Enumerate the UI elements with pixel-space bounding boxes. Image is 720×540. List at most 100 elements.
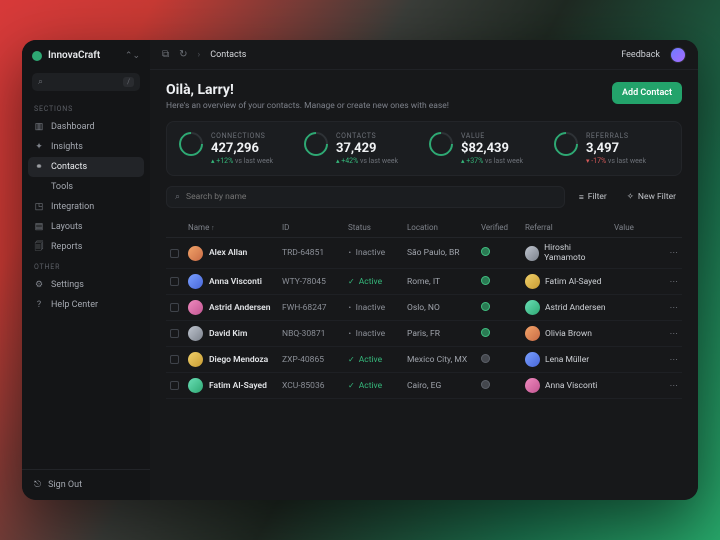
nav-label: Layouts (51, 222, 83, 232)
sparkle-icon: ✧ (627, 192, 634, 202)
row-checkbox[interactable] (170, 277, 179, 286)
sidebar-item-settings[interactable]: ⚙Settings (22, 275, 150, 295)
history-icon[interactable]: ↻ (179, 49, 187, 60)
avatar-icon (525, 274, 540, 289)
cell-verified (481, 247, 521, 259)
stat-label: REFERRALS (586, 132, 646, 140)
panel-toggle-icon[interactable]: ⧉ (162, 49, 169, 60)
row-checkbox[interactable] (170, 329, 179, 338)
cell-location: Paris, FR (407, 329, 477, 339)
stat-label: VALUE (461, 132, 523, 140)
sidebar-item-layouts[interactable]: ▤Layouts (22, 217, 150, 237)
stat-value: VALUE$82,439▴ +37% vs last week (429, 132, 544, 165)
cell-id: FWH-68247 (282, 303, 344, 313)
table-row[interactable]: Fatim Al-SayedXCU-85036ActiveCairo, EGAn… (166, 373, 682, 399)
sidebar-item-dashboard[interactable]: ▥Dashboard (22, 117, 150, 137)
cell-name: Fatim Al-Sayed (188, 378, 278, 393)
col-referral[interactable]: Referral (525, 223, 610, 232)
nav-label: Contacts (51, 162, 87, 172)
row-actions-icon[interactable]: ⋯ (664, 277, 678, 287)
cell-location: São Paulo, BR (407, 248, 477, 258)
row-actions-icon[interactable]: ⋯ (664, 355, 678, 365)
table-row[interactable]: Astrid AndersenFWH-68247InactiveOslo, NO… (166, 295, 682, 321)
cell-name: Anna Visconti (188, 274, 278, 289)
sidebar-item-reports[interactable]: 🗐Reports (22, 237, 150, 257)
col-name[interactable]: Name (188, 223, 278, 232)
col-location[interactable]: Location (407, 223, 477, 232)
table-search[interactable]: ⌕ (166, 186, 565, 208)
progress-ring-icon (549, 127, 583, 161)
topbar: ⧉ ↻ › Contacts Feedback (150, 40, 698, 70)
stat-contacts: CONTACTS37,429▴ +42% vs last week (304, 132, 419, 165)
avatar-icon (188, 246, 203, 261)
row-actions-icon[interactable]: ⋯ (664, 303, 678, 313)
filter-button[interactable]: ≡ Filter (573, 188, 613, 207)
progress-ring-icon (174, 127, 208, 161)
cell-verified (481, 380, 521, 392)
cell-id: WTY-78045 (282, 277, 344, 287)
cell-status: Inactive (348, 248, 403, 258)
verified-icon (481, 276, 490, 285)
sidebar-item-contacts[interactable]: ⚭Contacts (28, 157, 144, 177)
new-filter-button[interactable]: ✧ New Filter (621, 188, 682, 206)
table-row[interactable]: Alex AllanTRD-64851InactiveSão Paulo, BR… (166, 238, 682, 269)
add-contact-button[interactable]: Add Contact (612, 82, 682, 104)
nav-label: Dashboard (51, 122, 95, 132)
stat-value: 427,296 (211, 141, 273, 156)
row-checkbox[interactable] (170, 381, 179, 390)
sidebar-item-insights[interactable]: ✦ Insights (22, 137, 150, 157)
col-verified[interactable]: Verified (481, 223, 521, 232)
stat-label: CONTACTS (336, 132, 398, 140)
row-actions-icon[interactable]: ⋯ (664, 248, 678, 258)
sidebar-item-integration[interactable]: ◳ Integration (22, 197, 150, 217)
cell-status: Inactive (348, 303, 403, 313)
verified-icon (481, 354, 490, 363)
nav-label: Insights (51, 142, 83, 152)
avatar-icon (188, 326, 203, 341)
cell-status: Active (348, 355, 403, 365)
breadcrumb[interactable]: Contacts (210, 50, 246, 60)
col-id[interactable]: ID (282, 223, 344, 232)
stat-value: $82,439 (461, 141, 523, 156)
signout-button[interactable]: ⎋ Sign Out (22, 469, 150, 500)
row-checkbox[interactable] (170, 355, 179, 364)
table-row[interactable]: Anna ViscontiWTY-78045ActiveRome, ITFati… (166, 269, 682, 295)
cell-status: Active (348, 277, 403, 287)
col-status[interactable]: Status (348, 223, 403, 232)
avatar-icon (188, 378, 203, 393)
table-row[interactable]: Diego MendozaZXP-40865ActiveMexico City,… (166, 347, 682, 373)
cell-id: XCU-85036 (282, 381, 344, 391)
table-row[interactable]: David KimNBQ-30871InactiveParis, FROlivi… (166, 321, 682, 347)
stat-value: 37,429 (336, 141, 398, 156)
verified-icon (481, 247, 490, 256)
nav-label: Integration (51, 202, 94, 212)
signout-icon: ⎋ (34, 480, 41, 490)
cell-location: Rome, IT (407, 277, 477, 287)
brand-switcher[interactable]: InnovaCraft ⌃⌄ (22, 40, 150, 69)
sidebar-item-tools[interactable]: Tools (22, 177, 150, 197)
app-window: InnovaCraft ⌃⌄ ⌕ / SECTIONS ▥Dashboard ✦ I… (22, 40, 698, 500)
cell-verified (481, 276, 521, 288)
nav-icon: ◳ (34, 202, 44, 212)
nav-icon: ✦ (34, 142, 44, 152)
page-body: Oilà, Larry! Here's an overview of your … (150, 70, 698, 399)
cell-name: Alex Allan (188, 246, 278, 261)
col-value[interactable]: Value (614, 223, 660, 232)
feedback-link[interactable]: Feedback (621, 50, 660, 60)
table-search-input[interactable] (186, 192, 556, 202)
sections-heading: SECTIONS (22, 99, 150, 117)
row-checkbox[interactable] (170, 249, 179, 258)
filter-row: ⌕ ≡ Filter ✧ New Filter (166, 186, 682, 208)
row-checkbox[interactable] (170, 303, 179, 312)
sidebar-item-help-center[interactable]: ?Help Center (22, 295, 150, 315)
cell-referral: Hiroshi Yamamoto (525, 243, 610, 263)
page-subtitle: Here's an overview of your contacts. Man… (166, 101, 612, 111)
row-actions-icon[interactable]: ⋯ (664, 329, 678, 339)
user-avatar[interactable] (670, 47, 686, 63)
stat-referrals: REFERRALS3,497▾ -17% vs last week (554, 132, 669, 165)
avatar-icon (525, 246, 539, 261)
cell-verified (481, 302, 521, 314)
sidebar-search[interactable]: ⌕ / (32, 73, 140, 91)
row-actions-icon[interactable]: ⋯ (664, 381, 678, 391)
cell-verified (481, 354, 521, 366)
